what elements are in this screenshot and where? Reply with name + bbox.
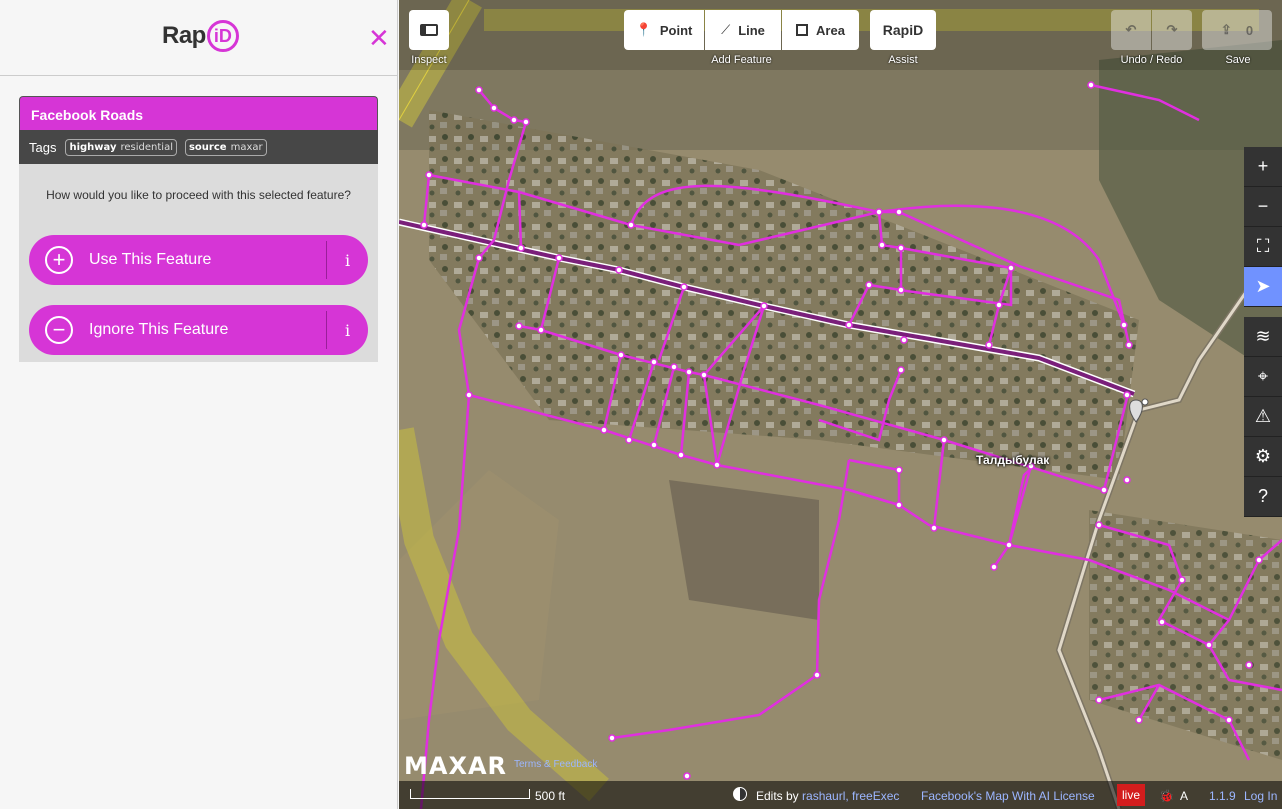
preferences-icon[interactable]: ⚙ [1244,437,1282,477]
map-area[interactable]: Inspect 📍 Point ⟋ Line Area Add Feature … [399,0,1282,809]
editors-link[interactable]: rashaurl, freeExec [802,789,899,803]
assist-logo: RapiD [882,22,924,38]
ignore-feature-label: Ignore This Feature [89,321,229,338]
save-button[interactable]: ⇪ 0 [1202,10,1272,50]
assist-button[interactable]: RapiD [870,10,936,50]
inspect-button[interactable] [409,10,449,50]
bug-icon[interactable]: 🐞 [1159,789,1174,803]
geolocate-icon[interactable]: ➤ [1244,267,1282,307]
tag-value: residential [120,141,173,153]
sidebar-header: Rap iD ✕ [0,0,397,76]
ignore-feature-button[interactable]: − Ignore This Feature i [29,305,368,355]
maxar-logo: MAXAR [404,752,508,780]
zoom-out-icon[interactable]: − [1244,187,1282,227]
tag-key: source [188,141,227,153]
sidebar: Rap iD ✕ Facebook Roads Tags highway res… [0,0,398,809]
layers-icon[interactable]: ≋ [1244,317,1282,357]
issues-icon[interactable]: ⚠ [1244,397,1282,437]
add-line-button[interactable]: ⟋ Line [705,10,781,50]
zoom-to-selection-icon[interactable]: ⛶ [1244,227,1282,267]
undo-button[interactable]: ↶ [1111,10,1151,50]
maxar-terms-link[interactable]: Terms & Feedback [514,759,597,770]
scale-bar [410,789,530,799]
tags-label: Tags [29,139,57,155]
minus-circle-icon: − [45,316,73,344]
add-feature-caption: Add Feature [711,54,772,66]
satellite-map[interactable] [399,0,1282,809]
feature-tags: Tags highway residential source maxar [19,130,378,164]
redo-icon: ↷ [1166,22,1178,37]
login-link[interactable]: Log In [1244,789,1277,803]
license-link[interactable]: Facebook's Map With AI License [921,789,1095,803]
translate-icon[interactable]: A [1180,789,1188,803]
tag-key: highway [69,141,117,153]
map-controls: + − ⛶ ➤ [1244,147,1282,307]
place-label: Талдыбулак [976,453,1050,467]
history-icon[interactable] [733,787,747,801]
feature-body: How would you like to proceed with this … [19,164,378,362]
info-icon[interactable]: i [326,311,368,349]
save-caption: Save [1225,54,1251,66]
point-label: Point [659,22,693,38]
undo-redo-caption: Undo / Redo [1120,54,1183,66]
version-link[interactable]: 1.1.9 [1209,789,1236,803]
rapid-logo: Rap iD [162,20,239,52]
inspect-caption: Inspect [411,54,447,66]
tag-value: maxar [230,141,263,153]
logo-text: Rap [162,22,206,49]
edits-by-text: Edits by rashaurl, freeExec [756,789,899,803]
assist-caption: Assist [888,54,918,66]
tag-highway: highway residential [65,138,177,156]
area-label: Area [816,22,845,38]
scale-label: 500 ft [535,789,566,803]
logo-id: iD [206,20,239,52]
upload-icon: ⇪ [1220,22,1232,37]
zoom-in-icon[interactable]: + [1244,147,1282,187]
help-icon[interactable]: ? [1244,477,1282,517]
line-label: Line [738,22,765,38]
info-icon[interactable]: i [326,241,368,279]
sidebar-toggle-icon [420,24,438,36]
tag-source: source maxar [184,138,267,156]
undo-icon: ↶ [1125,22,1137,37]
edits-by-label: Edits by [756,789,799,803]
feature-card: Facebook Roads Tags highway residential … [19,96,378,362]
use-feature-label: Use This Feature [89,251,212,268]
add-point-button[interactable]: 📍 Point [624,10,704,50]
line-icon: ⟋ [721,22,731,37]
feature-question: How would you like to proceed with this … [46,188,351,202]
map-data-icon[interactable]: ⌖ [1244,357,1282,397]
point-icon: 📍 [635,22,652,37]
area-icon [796,24,809,36]
live-badge: live [1117,784,1145,806]
add-area-button[interactable]: Area [782,10,859,50]
save-count: 0 [1245,22,1254,38]
use-feature-button[interactable]: + Use This Feature i [29,235,368,285]
feature-title: Facebook Roads [19,96,378,130]
close-icon[interactable]: ✕ [368,25,390,51]
map-panes: ≋ ⌖ ⚠ ⚙ ? [1244,317,1282,517]
plus-circle-icon: + [45,246,73,274]
redo-button[interactable]: ↷ [1152,10,1192,50]
